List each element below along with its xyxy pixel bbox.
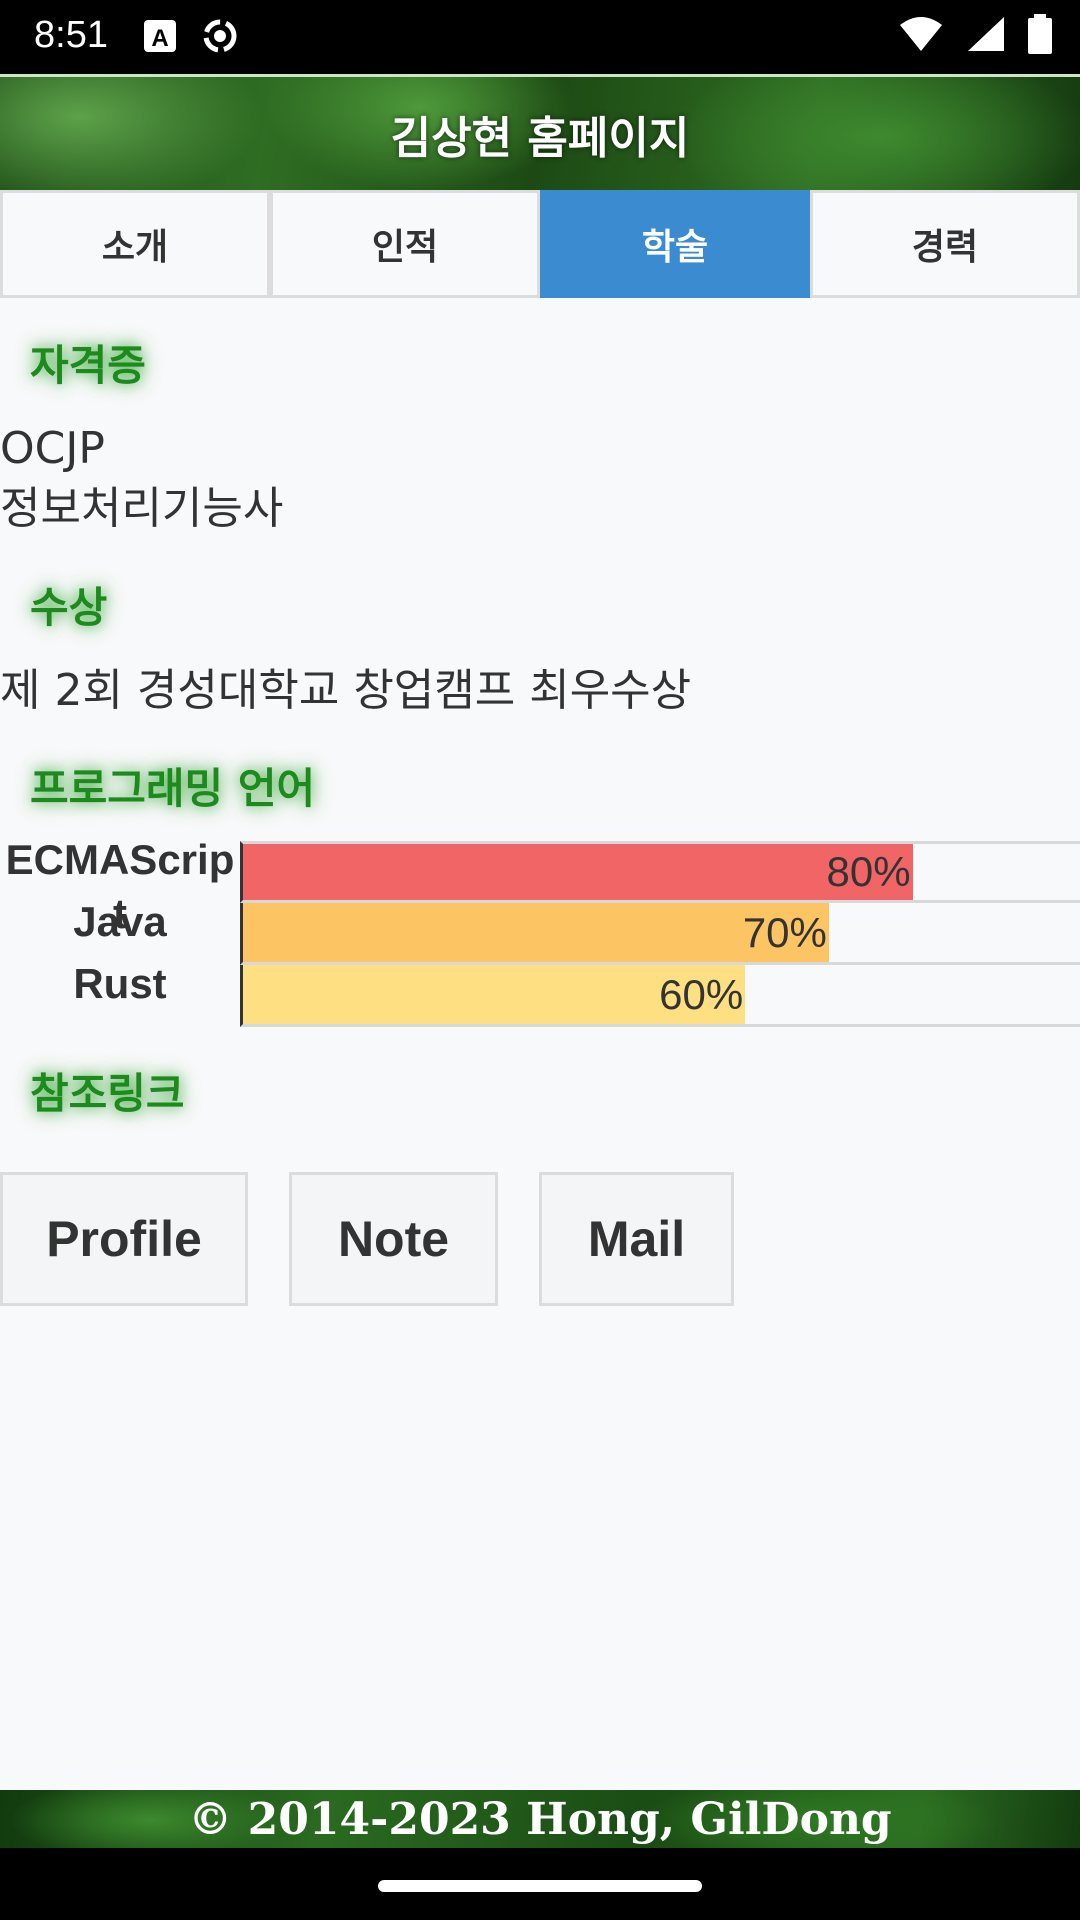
tab-academic[interactable]: 학술 [540, 190, 810, 298]
a-notification-icon: A [140, 16, 180, 56]
skill-row: Rust 60% [0, 960, 1080, 1027]
svg-text:A: A [151, 25, 168, 52]
sync-icon [200, 16, 240, 56]
tab-intro[interactable]: 소개 [0, 190, 270, 298]
skill-name: Java [73, 898, 167, 945]
tab-career[interactable]: 경력 [810, 190, 1080, 298]
skill-row: ECMAScript 80% [0, 836, 1080, 937]
skill-bar: 70% [243, 903, 829, 962]
mail-button[interactable]: Mail [539, 1172, 734, 1306]
skill-track: 60% [240, 965, 1080, 1027]
note-button[interactable]: Note [289, 1172, 498, 1306]
languages-heading: 프로그래밍 언어 [30, 764, 316, 813]
status-time: 8:51 [34, 14, 108, 56]
footer: © 2014-2023 Hong, GilDong [0, 1790, 1080, 1848]
home-indicator[interactable] [378, 1880, 702, 1892]
skill-row: Java 70% [0, 898, 1080, 965]
skill-track: 80% [240, 841, 1080, 903]
header-banner: 김상현 홈페이지 [0, 74, 1080, 190]
skill-percent: 70% [742, 908, 827, 956]
links-heading: 참조링크 [30, 1069, 185, 1118]
copyright-text: © 2014-2023 Hong, GilDong [188, 1793, 892, 1845]
certificates-heading: 자격증 [30, 341, 146, 390]
award-item: 제 2회 경성대학교 창업캠프 최우수상 [0, 665, 692, 716]
status-bar: 8:51 A [0, 0, 1080, 74]
page-title: 김상현 홈페이지 [390, 112, 690, 164]
battery-icon [1028, 14, 1052, 58]
skill-bar: 60% [243, 965, 746, 1024]
skill-bar: 80% [243, 844, 913, 900]
wifi-icon [898, 15, 944, 57]
skill-track: 70% [240, 903, 1080, 965]
profile-button[interactable]: Profile [0, 1172, 248, 1306]
skill-percent: 60% [659, 970, 744, 1018]
skill-percent: 80% [826, 848, 911, 895]
awards-heading: 수상 [30, 583, 108, 632]
tab-bar: 소개 인적 학술 경력 [0, 190, 1080, 298]
skill-name: Rust [73, 960, 167, 1007]
tab-personal[interactable]: 인적 [270, 190, 540, 298]
signal-icon [966, 15, 1006, 57]
certificate-item: OCJP [0, 423, 105, 474]
certificate-item: 정보처리기능사 [0, 483, 284, 534]
